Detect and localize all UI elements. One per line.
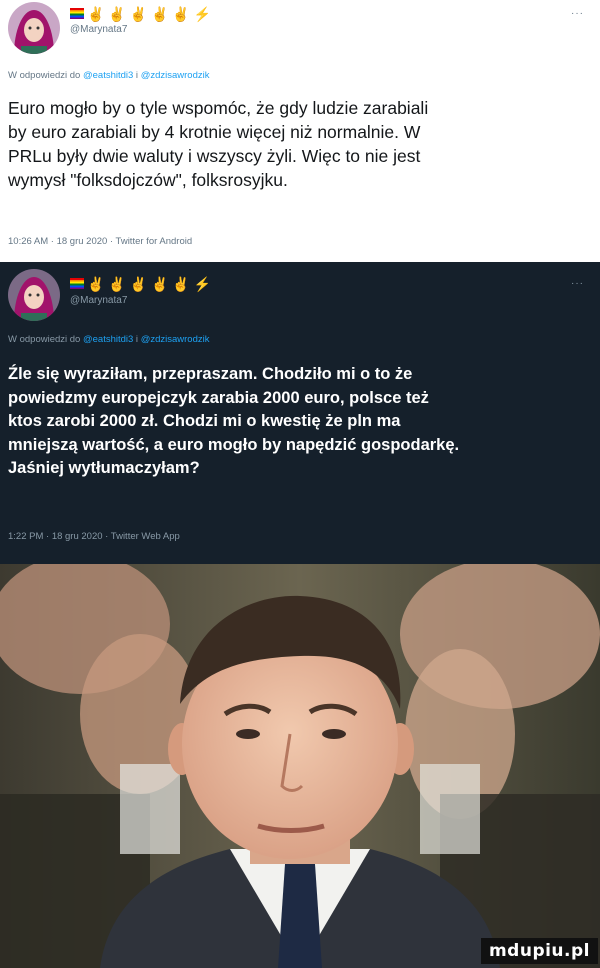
tweet-2: ✌ ✌ ✌ ✌ ✌ ⚡ @Marynata7 ··· W odpowiedzi …	[0, 262, 600, 564]
tweet-text: Źle się wyraziłam, przepraszam. Chodziło…	[8, 365, 460, 477]
mention-link[interactable]: @zdzisawrodzik	[141, 70, 210, 81]
avatar[interactable]	[8, 2, 60, 54]
reply-context: W odpowiedzi do @eatshitdi3 i @zdzisawro…	[8, 334, 209, 346]
reply-prefix: W odpowiedzi do	[8, 70, 83, 81]
more-options-icon[interactable]: ···	[571, 8, 584, 19]
tweet-1: ✌ ✌ ✌ ✌ ✌ ⚡ @Marynata7 ··· W odpowiedzi …	[0, 0, 600, 262]
rainbow-flag-icon	[70, 278, 84, 289]
reply-separator: i	[133, 334, 141, 345]
reply-separator: i	[133, 70, 141, 81]
display-name[interactable]: ✌ ✌ ✌ ✌ ✌ ⚡	[70, 6, 211, 22]
reply-prefix: W odpowiedzi do	[8, 334, 83, 345]
watermark: mdupiu.pl	[480, 938, 598, 964]
rainbow-flag-icon	[70, 8, 84, 19]
tweet-text: Euro mogło by o tyle wspomóc, że gdy lud…	[8, 98, 429, 190]
emoji-group: ✌ ✌ ✌ ✌ ✌ ⚡	[87, 6, 212, 22]
meme-photo: mdupiu.pl	[0, 564, 600, 968]
tweet-timestamp[interactable]: 10:26 AM · 18 gru 2020 · Twitter for And…	[8, 236, 192, 248]
display-name[interactable]: ✌ ✌ ✌ ✌ ✌ ⚡	[70, 276, 211, 292]
mention-link[interactable]: @eatshitdi3	[83, 334, 133, 345]
mention-link[interactable]: @zdzisawrodzik	[141, 334, 210, 345]
mention-link[interactable]: @eatshitdi3	[83, 70, 133, 81]
reply-context: W odpowiedzi do @eatshitdi3 i @zdzisawro…	[8, 70, 209, 82]
avatar[interactable]	[8, 269, 60, 321]
user-handle[interactable]: @Marynata7	[70, 295, 127, 307]
user-handle[interactable]: @Marynata7	[70, 24, 127, 36]
more-options-icon[interactable]: ···	[571, 278, 584, 289]
tweet-timestamp[interactable]: 1:22 PM · 18 gru 2020 · Twitter Web App	[8, 531, 180, 543]
emoji-group: ✌ ✌ ✌ ✌ ✌ ⚡	[87, 276, 212, 292]
